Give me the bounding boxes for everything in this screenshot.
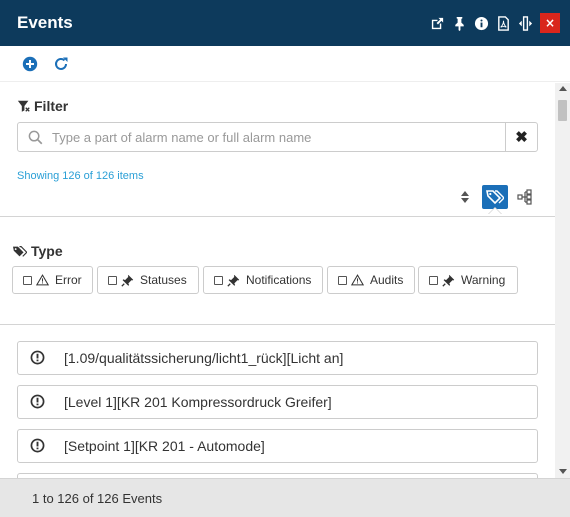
type-button-label: Audits: [370, 273, 404, 287]
refresh-icon[interactable]: [53, 56, 69, 72]
search-input[interactable]: [52, 127, 502, 147]
warning-icon: [36, 274, 49, 286]
type-button-error[interactable]: Error: [12, 266, 93, 294]
exclamation-circle-icon: [30, 438, 45, 453]
checkbox[interactable]: [429, 275, 438, 285]
exclamation-circle-icon: [30, 394, 45, 409]
checkbox[interactable]: [23, 275, 32, 285]
tags-icon: [13, 245, 27, 257]
checkbox[interactable]: [108, 275, 117, 285]
resize-icon[interactable]: [514, 12, 536, 34]
type-label: Type: [31, 243, 63, 259]
tag-filter-button[interactable]: [482, 185, 508, 209]
add-icon[interactable]: [22, 56, 38, 72]
type-button-label: Notifications: [246, 273, 312, 287]
filter-icon: [17, 100, 30, 112]
event-list: [1.09/qualitätssicherung/licht1_rück][Li…: [0, 325, 555, 478]
window-title: Events: [17, 13, 73, 32]
scroll-thumb[interactable]: [558, 100, 567, 121]
title-bar-icons: [426, 12, 536, 34]
pin-icon[interactable]: [448, 12, 470, 34]
clear-search-button[interactable]: ✖: [505, 122, 538, 152]
checkbox[interactable]: [338, 275, 347, 285]
close-button[interactable]: ×: [540, 13, 560, 33]
sort-icon[interactable]: [458, 189, 472, 205]
tags-icon: [486, 190, 504, 205]
scroll-up-arrow[interactable]: [559, 86, 567, 91]
event-row[interactable]: [Level 1][KR 201 Kompressordruck Greifer…: [17, 385, 538, 419]
hierarchy-icon[interactable]: [517, 189, 533, 205]
type-heading: Type: [12, 243, 63, 259]
type-panel: Type Error Statuses Notifications Audits…: [0, 217, 555, 325]
plug-icon: [442, 274, 455, 287]
event-count: 1 to 126 of 126 Events: [32, 491, 163, 506]
info-icon[interactable]: [470, 12, 492, 34]
type-button-label: Warning: [461, 273, 506, 287]
search-field: [17, 122, 506, 152]
event-row[interactable]: [1.09/qualitätssicherung/licht1_rück][Li…: [17, 341, 538, 375]
pdf-icon[interactable]: [492, 12, 514, 34]
type-button-statuses[interactable]: Statuses: [97, 266, 199, 294]
event-text: [1.09/qualitätssicherung/licht1_rück][Li…: [64, 350, 344, 366]
filter-label: Filter: [34, 98, 69, 114]
type-button-notifications[interactable]: Notifications: [203, 266, 323, 294]
filter-panel: Filter ✖ Showing 126 of 126 items: [0, 83, 555, 217]
event-row[interactable]: [Setpoint 1][KR 201 - Automode]: [17, 429, 538, 463]
footer: 1 to 126 of 126 Events: [0, 478, 570, 517]
showing-count: Showing 126 of 126 items: [17, 170, 144, 182]
type-button-label: Statuses: [140, 273, 187, 287]
scrollbar[interactable]: [555, 83, 570, 478]
toolbar: [0, 46, 570, 82]
scroll-down-arrow[interactable]: [559, 469, 567, 474]
type-button-audits[interactable]: Audits: [327, 266, 415, 294]
event-text: [Level 1][KR 201 Kompressordruck Greifer…: [64, 394, 332, 410]
filter-heading: Filter: [17, 98, 68, 114]
exclamation-circle-icon: [30, 350, 45, 365]
active-tab-caret: [488, 208, 502, 215]
event-text: [Setpoint 1][KR 201 - Automode]: [64, 438, 265, 454]
checkbox[interactable]: [214, 275, 223, 285]
plug-icon: [227, 274, 240, 287]
type-button-label: Error: [55, 273, 82, 287]
search-icon: [28, 130, 43, 145]
warning-icon: [351, 274, 364, 286]
title-bar: Events ×: [0, 0, 570, 46]
external-link-icon[interactable]: [426, 12, 448, 34]
type-button-warning[interactable]: Warning: [418, 266, 518, 294]
plug-icon: [121, 274, 134, 287]
